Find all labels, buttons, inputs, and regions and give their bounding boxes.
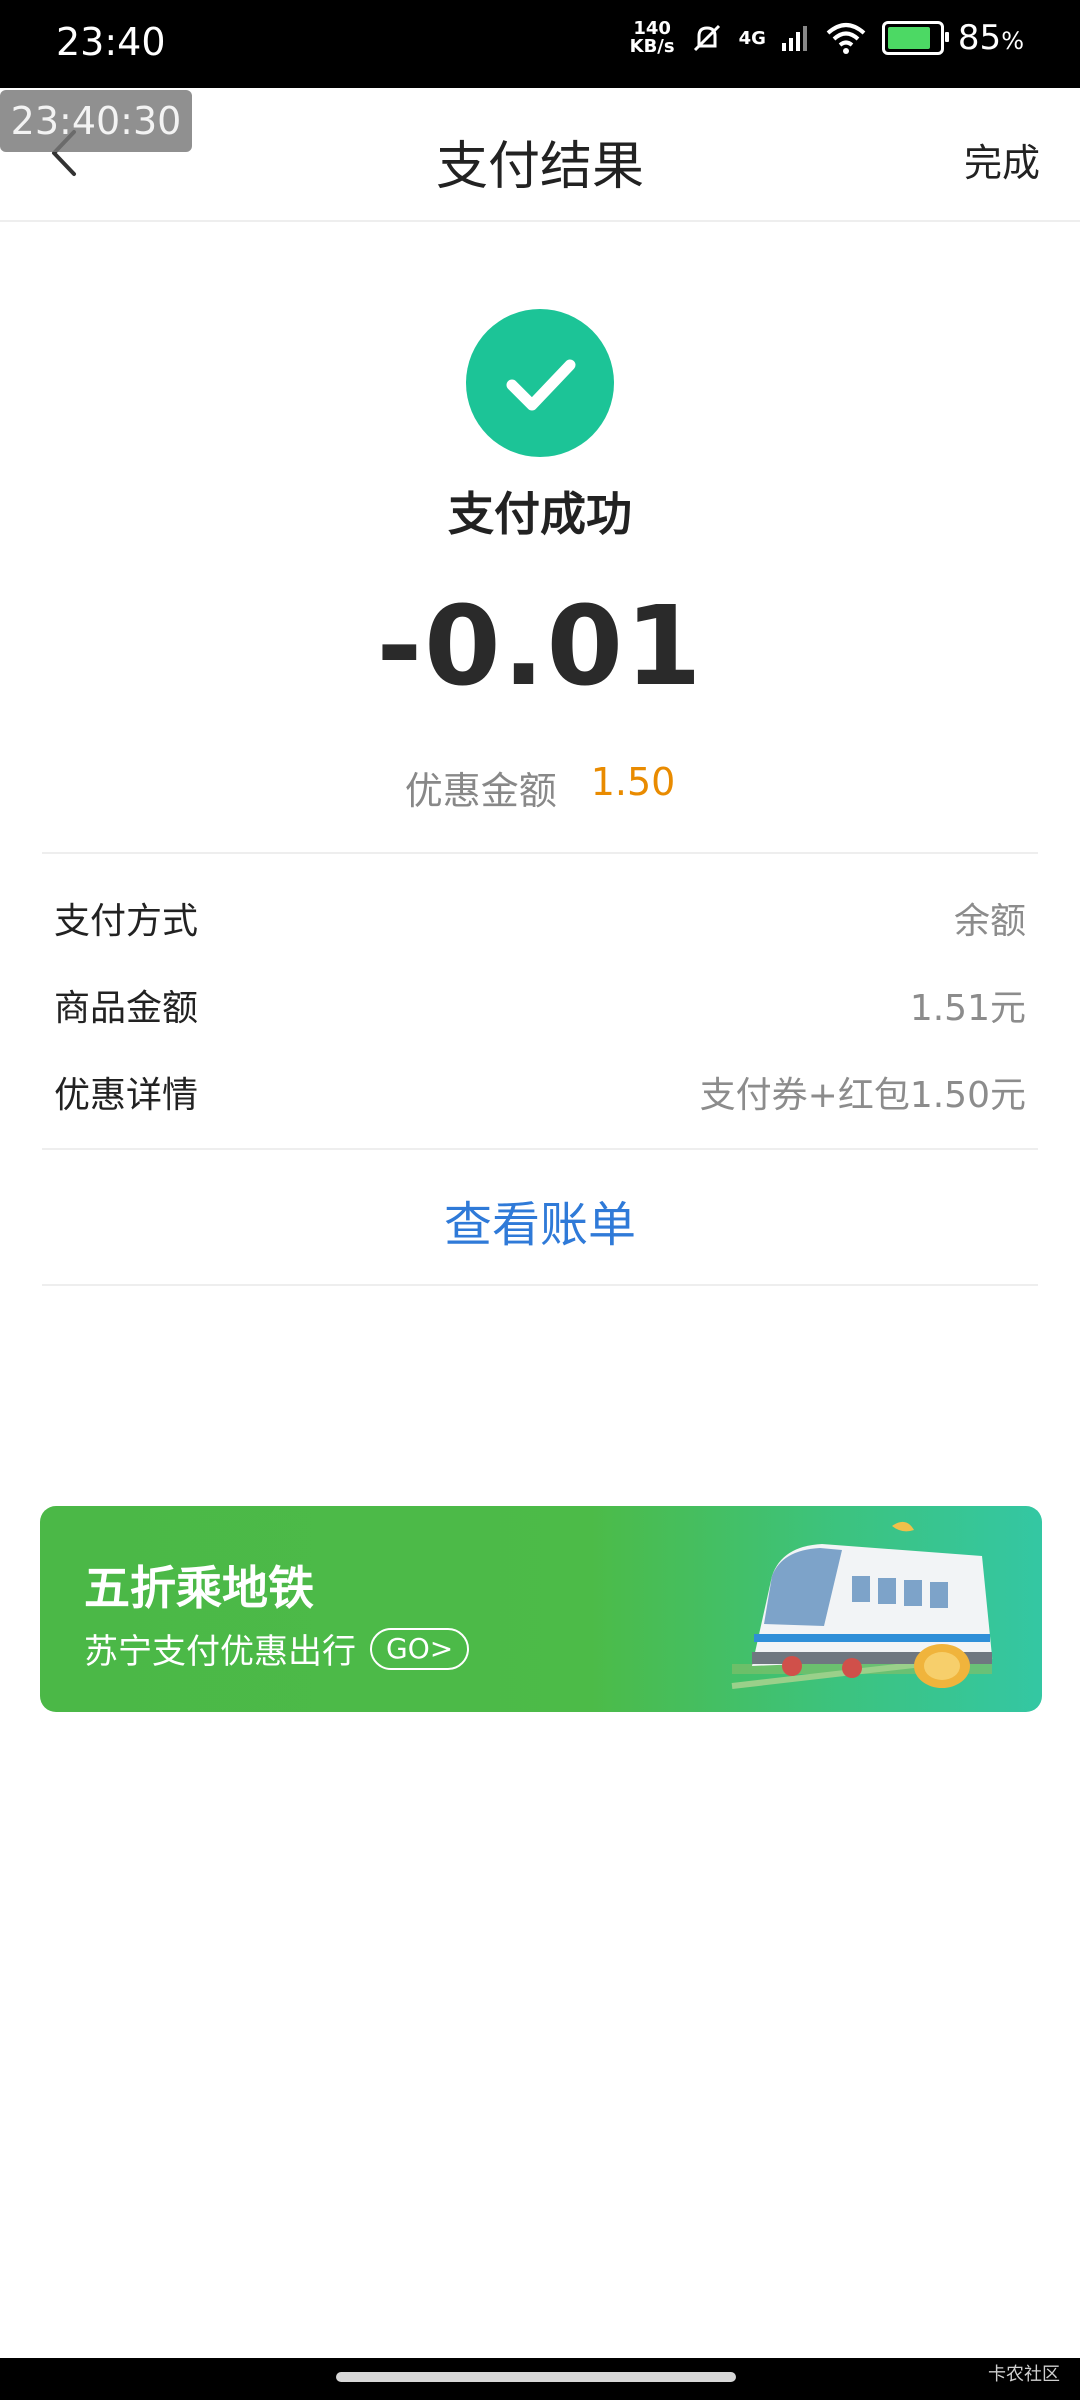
- status-icons: 140 KB/s 4G 85%: [630, 18, 1024, 58]
- detail-value: 余额: [953, 901, 1026, 942]
- detail-label: 优惠详情: [54, 1075, 199, 1116]
- battery-icon: [881, 21, 949, 55]
- detail-value: 支付券+红包1.50元: [699, 1075, 1026, 1116]
- view-bill-link[interactable]: 查看账单: [0, 1185, 1080, 1255]
- detail-row-discount-details: 优惠详情 支付券+红包1.50元: [54, 1062, 1026, 1122]
- status-bar: 23:40 140 KB/s 4G 85%: [0, 0, 1080, 88]
- network-type: 4G: [738, 27, 766, 49]
- mute-bell-icon: [693, 24, 720, 52]
- battery-percent: 85%: [957, 18, 1024, 58]
- discount-value: 1.50: [590, 760, 676, 804]
- banner-subtitle: 苏宁支付优惠出行: [84, 1632, 356, 1672]
- payment-status-text: 支付成功: [448, 487, 632, 541]
- detail-row-goods-amount: 商品金额 1.51元: [54, 975, 1026, 1035]
- wifi-icon: [826, 23, 866, 54]
- done-button[interactable]: 完成: [964, 132, 1040, 187]
- banner-subtitle-row: 苏宁支付优惠出行 GO>: [84, 1624, 470, 1673]
- banner-go-button[interactable]: GO>: [370, 1627, 470, 1670]
- promo-banner[interactable]: 五折乘地铁 苏宁支付优惠出行 GO>: [40, 1506, 1042, 1712]
- net-speed: 140 KB/s: [629, 18, 675, 57]
- train-illustration: [731, 1521, 993, 1689]
- watermark: 卡农社区: [988, 2364, 1060, 2385]
- signal-icon: [781, 26, 807, 51]
- detail-label: 商品金额: [54, 988, 199, 1029]
- screenshot-timestamp: 23:40:30: [0, 90, 192, 152]
- checkmark-icon: [506, 359, 576, 411]
- banner-title: 五折乘地铁: [84, 1561, 314, 1615]
- home-indicator[interactable]: [336, 2372, 736, 2382]
- divider: [42, 1284, 1038, 1286]
- divider: [42, 852, 1038, 854]
- detail-value: 1.51元: [909, 988, 1026, 1029]
- discount-label: 优惠金额: [404, 769, 557, 813]
- success-check-circle: [466, 309, 614, 457]
- discount-row: 优惠金额 1.50: [0, 760, 1080, 815]
- status-time: 23:40: [56, 20, 166, 64]
- detail-label: 支付方式: [54, 901, 199, 942]
- divider: [42, 1148, 1038, 1150]
- detail-row-payment-method: 支付方式 余额: [54, 888, 1026, 948]
- payment-amount: -0.01: [376, 582, 704, 710]
